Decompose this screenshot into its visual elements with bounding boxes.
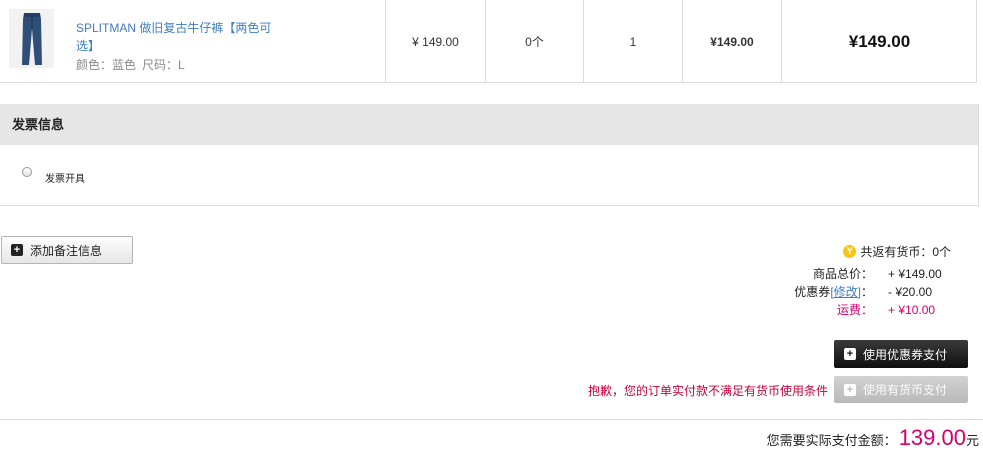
coin-return-text: 共返有货币：0个 <box>860 245 951 259</box>
coin-return-summary: Y 共返有货币：0个 <box>843 243 951 260</box>
coupon-colon: ： <box>860 285 873 299</box>
add-note-label: 添加备注信息 <box>30 243 103 258</box>
payment-total: 您需要实际支付金额： 139.00 元 <box>767 425 979 451</box>
use-coin-button[interactable]: + 使用有货币支付 <box>834 376 968 403</box>
goods-total-value: + ¥149.00 <box>888 267 942 281</box>
jeans-icon <box>21 12 42 65</box>
item-total: ¥149.00 <box>781 0 977 83</box>
goods-total-row: 商品总价： + ¥149.00 <box>0 265 983 283</box>
use-coupon-button[interactable]: + 使用优惠券支付 <box>834 340 968 368</box>
plus-icon: + <box>844 383 856 396</box>
use-coin-label: 使用有货币支付 <box>863 383 948 397</box>
coupon-value: - ¥20.00 <box>888 285 933 299</box>
shipping-label: 运费： <box>836 303 873 317</box>
quantity: 1 <box>583 0 682 83</box>
coupon-row: 优惠券[修改]： - ¥20.00 <box>0 283 983 301</box>
product-attributes: 颜色：蓝色 尺码：L <box>76 56 191 73</box>
shipping-value: + ¥10.00 <box>888 303 936 317</box>
goods-total-label: 商品总价： <box>812 267 873 281</box>
product-size: 尺码：L <box>142 58 185 72</box>
payment-amount: 139.00 <box>898 425 966 450</box>
divider <box>0 419 983 420</box>
coin-icon: Y <box>843 245 857 258</box>
product-color: 颜色：蓝色 <box>76 58 137 72</box>
payment-unit: 元 <box>965 433 979 448</box>
shipping-row: 运费： + ¥10.00 <box>0 301 983 319</box>
coupon-label: 优惠券 <box>794 285 831 299</box>
coupon-label-group: 优惠券[修改]： <box>753 283 873 301</box>
invoice-section: 发票信息 发票开具 <box>0 104 979 206</box>
coin-warning-text: 抱歉，您的订单实付款不满足有货币使用条件 <box>588 384 829 398</box>
invoice-title: 发票信息 <box>0 104 978 145</box>
product-name-link[interactable]: SPLITMAN 做旧复古牛仔裤【两色可选】 <box>76 19 286 55</box>
unit-price: ¥ 149.00 <box>385 0 485 83</box>
plus-icon: + <box>844 348 856 360</box>
invoice-option-label[interactable]: 发票开具 <box>45 170 85 185</box>
plus-icon: + <box>11 244 23 256</box>
payment-label: 您需要实际支付金额： <box>766 433 897 448</box>
item-subtotal: ¥149.00 <box>682 0 781 83</box>
invoice-radio[interactable] <box>22 167 32 177</box>
add-note-button[interactable]: + 添加备注信息 <box>1 236 133 264</box>
coupon-modify-link[interactable]: [修改] <box>830 285 861 299</box>
coin-return-count: 0个 <box>485 0 583 83</box>
use-coupon-label: 使用优惠券支付 <box>863 347 948 362</box>
product-thumbnail[interactable] <box>9 9 54 68</box>
cart-product-row: SPLITMAN 做旧复古牛仔裤【两色可选】 颜色：蓝色 尺码：L ¥ 149.0… <box>0 0 977 83</box>
